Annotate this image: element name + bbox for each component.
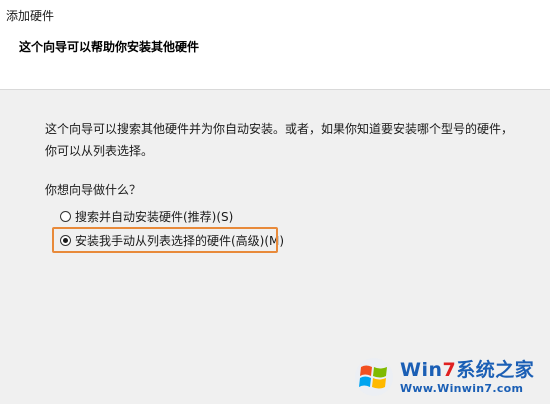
wizard-description: 这个向导可以搜索其他硬件并为你自动安装。或者，如果你知道要安装哪个型号的硬件，你…	[45, 122, 514, 158]
wizard-heading: 这个向导可以帮助你安装其他硬件	[19, 40, 200, 54]
radio-label-manual-install: 安装我手动从列表选择的硬件(高级)(M)	[75, 233, 285, 248]
watermark-brand: Win7系统之家	[400, 358, 535, 381]
radio-button-manual-install[interactable]	[60, 234, 71, 246]
radio-label-auto-install: 搜索并自动安装硬件(推荐)(S)	[75, 209, 234, 224]
windows-flag-icon	[355, 358, 393, 396]
watermark-url: Www.Winwin7.com	[400, 381, 524, 395]
window-title: 添加硬件	[6, 9, 55, 23]
radio-option-auto-install[interactable]: 搜索并自动安装硬件(推荐)(S)	[60, 207, 233, 225]
radio-option-manual-install[interactable]: 安装我手动从列表选择的硬件(高级)(M)	[60, 231, 284, 249]
watermark: Win7系统之家 Www.Winwin7.com	[354, 354, 544, 400]
radio-button-auto-install[interactable]	[60, 210, 71, 222]
wizard-header: 添加硬件 这个向导可以帮助你安装其他硬件	[0, 0, 550, 90]
wizard-question: 你想向导做什么？	[45, 183, 142, 197]
